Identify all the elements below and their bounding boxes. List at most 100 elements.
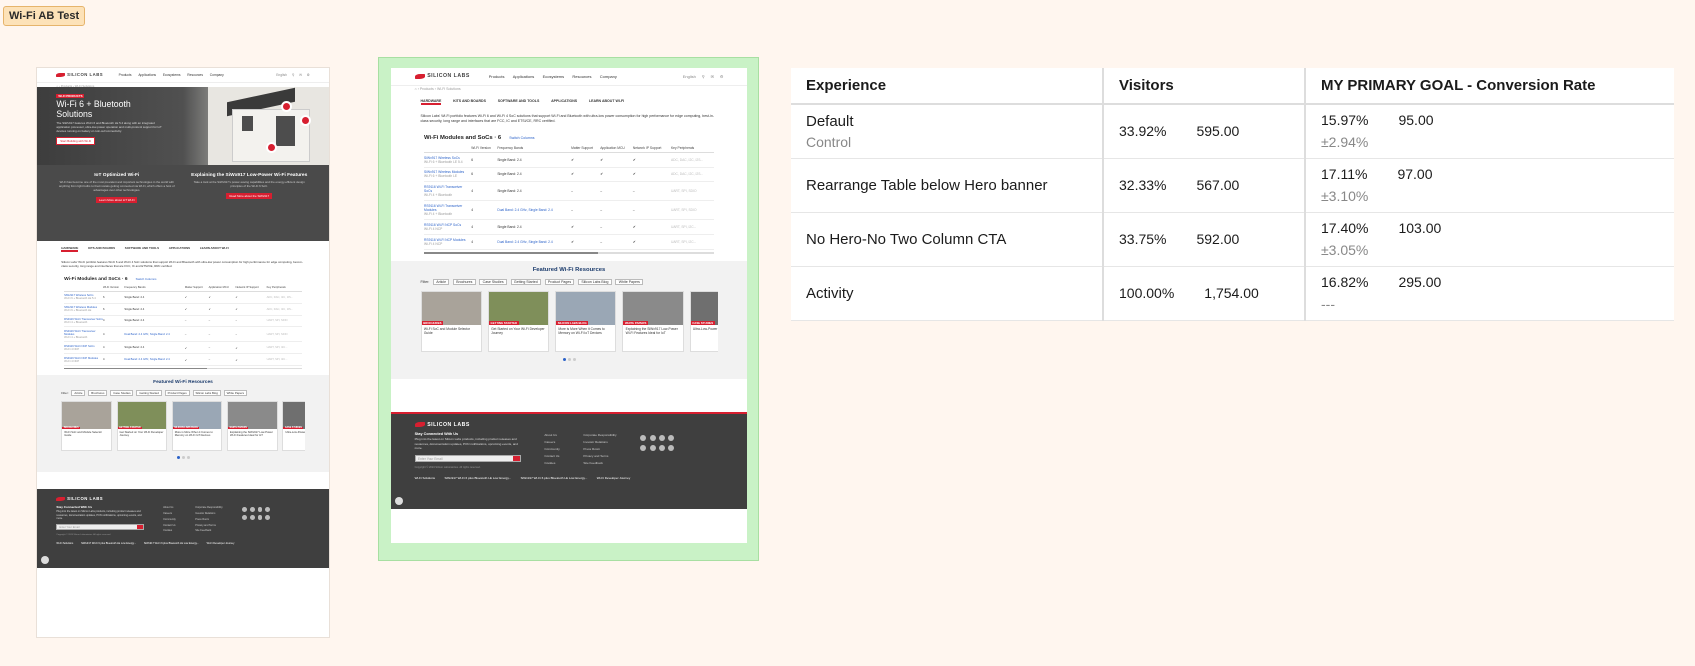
product-name-link[interactable]: SiWx917 Wireless Modules Wi-Fi 6 + Blueto… [64, 303, 103, 316]
header-icon[interactable]: ✉ [299, 73, 302, 77]
nav-item[interactable]: Ecosystems [163, 73, 181, 77]
social-icon[interactable] [649, 434, 656, 441]
resource-card[interactable]: GETTING STARTED Get Started on Your Wi-Fi… [487, 290, 550, 353]
pager-dot[interactable] [562, 358, 566, 362]
footer-bottom-link[interactable]: Wi-Fi Developer Journey [597, 476, 631, 480]
experience-name[interactable]: Activity [806, 285, 1087, 302]
social-icon[interactable] [249, 507, 255, 513]
resource-card[interactable]: BROCHURES Wi-Fi SoC and Module Selector G… [61, 400, 112, 452]
product-name-link[interactable]: SiWx917 Wireless Modules Wi-Fi 6 + Blueto… [424, 167, 472, 183]
footer-bottom-link[interactable]: Wi-Fi Solutions [56, 542, 73, 545]
hotspot-icon[interactable] [299, 114, 311, 126]
tab-learn-about-wi-fi[interactable]: LEARN ABOUT WI-FI [200, 246, 229, 252]
social-icon[interactable] [242, 515, 247, 521]
product-name-link[interactable]: RS9116 Wi-Fi NCP SoCs Wi-Fi 4 NCP [64, 341, 103, 355]
pager-dot[interactable] [567, 358, 571, 362]
modules-row[interactable]: RS9116 Wi-Fi NCP SoCs Wi-Fi 4 NCP 4 Single … [64, 341, 302, 355]
modules-row[interactable]: RS9116 Wi-Fi Transceiver SoCs Wi-Fi 4 + B… [64, 315, 302, 328]
filter-chip[interactable]: Silicon Labs Blog [577, 278, 612, 285]
pager-dot[interactable] [176, 455, 180, 459]
tab-software-and-tools[interactable]: SOFTWARE AND TOOLS [125, 246, 159, 252]
social-icon[interactable] [265, 507, 271, 513]
social-icon[interactable] [242, 507, 247, 513]
social-icon[interactable] [668, 434, 675, 441]
product-name-link[interactable]: RS9116 Wi-Fi Transceiver Modules Wi-Fi 4 … [64, 326, 103, 343]
cookie-settings-icon[interactable] [41, 556, 49, 565]
nav-item[interactable]: Products [119, 73, 132, 77]
hotspot-icon[interactable] [280, 100, 292, 112]
result-row[interactable]: Activity 100.00% 1,754.00 16.82% 295.00 --- [791, 266, 1674, 321]
tab-hardware[interactable]: HARDWARE [61, 246, 79, 253]
nav-item[interactable]: Company [210, 73, 224, 77]
tab-learn-about-wi-fi[interactable]: LEARN ABOUT WI-FI [589, 99, 624, 105]
header-experience[interactable]: Experience [791, 68, 1103, 105]
social-icon[interactable] [257, 515, 263, 521]
cookie-settings-icon[interactable] [395, 496, 403, 505]
pager-dot[interactable] [181, 455, 185, 459]
email-submit-button[interactable] [512, 455, 520, 461]
footer-bottom-link[interactable]: Wi-Fi Developer Journey [207, 542, 235, 545]
footer-bottom-link[interactable]: Wi-Fi Solutions [415, 476, 436, 480]
product-name-link[interactable]: RS9116 Wi-Fi NCP SoCs Wi-Fi 4 NCP [424, 219, 472, 236]
header-icon[interactable]: ⚲ [292, 73, 294, 77]
tab-hardware[interactable]: HARDWARE [420, 99, 442, 105]
tab-kits-and-boards[interactable]: KITS AND BOARDS [88, 246, 115, 252]
nav-item[interactable]: Applications [513, 74, 535, 79]
social-icon[interactable] [659, 444, 665, 451]
cta-column-button[interactable]: Learn More about IoT Wi-Fi [96, 196, 138, 203]
filter-chip[interactable]: Article [71, 389, 86, 396]
footer-link[interactable]: Investor Relations [583, 439, 616, 446]
table-horizontal-scrollbar[interactable] [424, 252, 714, 255]
email-input[interactable]: Enter Your Email [414, 454, 521, 462]
cta-column-button[interactable]: Read More about the SiWx917 [226, 192, 272, 199]
resource-card[interactable]: CASE STUDIESUltra-Low-Power Wi-Fi Cloud [282, 400, 305, 452]
switch-columns-link[interactable]: Switch Columns [136, 277, 157, 281]
modules-row[interactable]: RS9116 Wi-Fi Transceiver Modules Wi-Fi 4 … [424, 200, 714, 221]
language-selector[interactable]: English [683, 74, 696, 79]
footer-link[interactable]: Press Room [583, 446, 616, 453]
footer-link[interactable]: Community [163, 517, 176, 523]
footer-link[interactable]: Cookies [544, 460, 559, 467]
footer-link[interactable]: Contact Us [544, 453, 559, 460]
carousel-pager[interactable] [61, 455, 305, 459]
scrollbar-thumb[interactable] [424, 252, 598, 255]
pager-dot[interactable] [186, 455, 190, 459]
resource-card[interactable]: GETTING STARTED Get Started on Your Wi-Fi… [116, 400, 167, 452]
scrollbar-thumb[interactable] [64, 367, 207, 370]
social-icon[interactable] [649, 444, 656, 451]
footer-link[interactable]: About Us [544, 432, 559, 439]
tab-applications[interactable]: APPLICATIONS [551, 99, 577, 105]
product-name-link[interactable]: SiWx917 Wireless SoCs Wi-Fi 6 + Bluetooth… [424, 152, 472, 168]
social-icon[interactable] [640, 434, 647, 441]
resource-card[interactable]: BROCHURES Wi-Fi SoC and Module Selector G… [420, 290, 482, 353]
resource-card[interactable]: SILICON LABS BLOG More is More When it Co… [555, 290, 617, 353]
product-name-link[interactable]: SiWx917 Wireless SoCs Wi-Fi 6 + Bluetooth… [64, 291, 103, 304]
modules-row[interactable]: SiWx917 Wireless Modules Wi-Fi 6 + Blueto… [64, 303, 302, 316]
pager-dot[interactable] [572, 358, 576, 362]
modules-column-header[interactable]: Matter Support [571, 144, 601, 153]
product-name-link[interactable]: RS9116 Wi-Fi Transceiver SoCs Wi-Fi 4 + B… [64, 315, 103, 328]
tab-applications[interactable]: APPLICATIONS [169, 246, 190, 252]
modules-row[interactable]: SiWx917 Wireless SoCs Wi-Fi 6 + Bluetooth… [424, 152, 714, 168]
modules-row[interactable]: RS9116 Wi-Fi NCP Modules Wi-Fi 4 NCP 4 Dual… [424, 234, 714, 250]
filter-chip[interactable]: Silicon Labs Blog [192, 389, 221, 396]
filter-chip[interactable]: Product Pages [544, 278, 575, 285]
social-icon[interactable] [668, 444, 675, 451]
modules-column-header[interactable]: Wi-Fi Version [471, 144, 498, 153]
filter-chip[interactable]: Brochures [452, 278, 476, 285]
tab-software-and-tools[interactable]: SOFTWARE AND TOOLS [498, 99, 540, 105]
footer-bottom-link[interactable]: SiWx917 Wi-Fi 6 plus Bluetooth LE Low En… [445, 476, 512, 480]
modules-column-header[interactable]: Network IP Support [632, 144, 671, 153]
carousel-pager[interactable] [421, 358, 718, 362]
filter-chip[interactable]: Case Studies [479, 278, 508, 285]
email-input[interactable]: Enter Your Email [56, 524, 144, 531]
nav-item[interactable]: Resources [187, 73, 203, 77]
product-name-link[interactable]: RS9116 Wi-Fi NCP Modules Wi-Fi 4 NCP [64, 353, 103, 366]
social-icon[interactable] [659, 434, 665, 441]
filter-chip[interactable]: Article [432, 278, 450, 285]
product-name-link[interactable]: RS9116 Wi-Fi NCP Modules Wi-Fi 4 NCP [424, 234, 472, 250]
social-icon[interactable] [249, 515, 255, 521]
filter-chip[interactable]: Product Pages [164, 389, 190, 396]
table-horizontal-scrollbar[interactable] [64, 367, 302, 370]
filter-chip[interactable]: Brochures [88, 389, 108, 396]
